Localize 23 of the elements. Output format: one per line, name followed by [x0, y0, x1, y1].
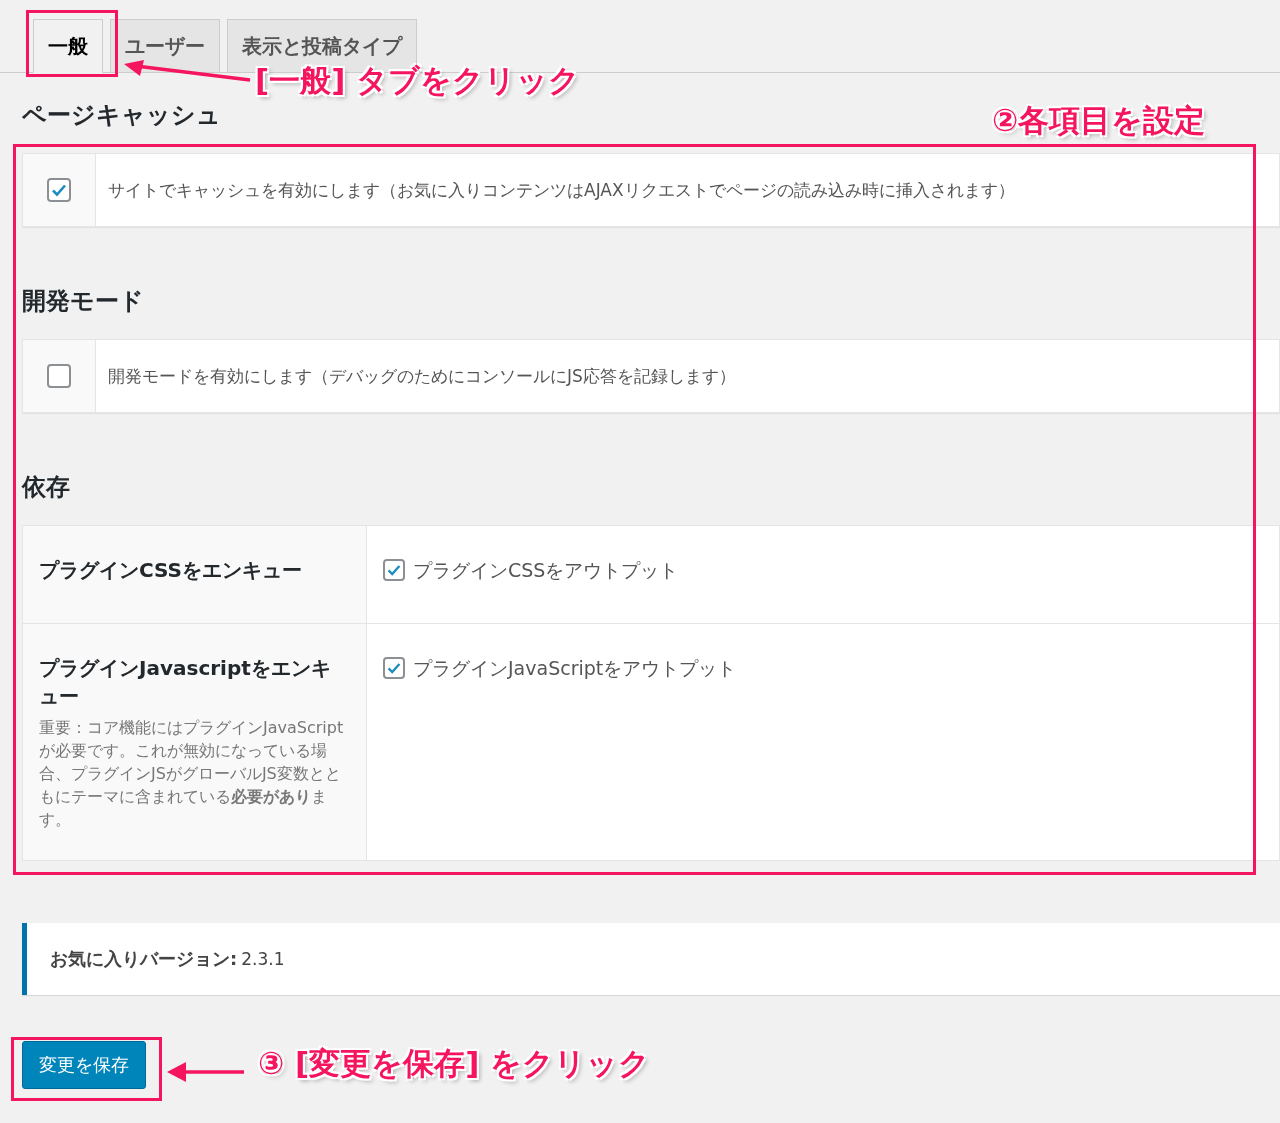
setting-label: プラグインJavascriptをエンキュー	[39, 655, 332, 710]
checkbox[interactable]	[47, 178, 71, 202]
section-heading: 開発モード	[22, 286, 144, 317]
callout-text: ③ [変更を保存] をクリック	[258, 1044, 651, 1083]
version-number: 2.3.1	[241, 949, 285, 969]
save-button[interactable]: 変更を保存	[22, 1041, 146, 1089]
setting-label: プラグインCSSをエンキュー	[39, 557, 303, 584]
option-label: 開発モードを有効にします（デバッグのためにコンソールにJS応答を記録します）	[107, 364, 736, 388]
checkbox[interactable]	[47, 364, 71, 388]
checkbox-label: プラグインJavaScriptをアウトプット	[413, 657, 737, 679]
section-heading: 依存	[22, 472, 70, 503]
callout-text: ②各項目を設定	[992, 101, 1206, 140]
arrow-icon	[166, 1060, 246, 1084]
checkbox[interactable]	[383, 657, 405, 679]
tab[interactable]: 一般	[33, 19, 103, 73]
version-label: お気に入りバージョン:	[50, 947, 238, 971]
tab[interactable]: ユーザー	[110, 19, 220, 73]
setting-description: 重要：コア機能にはプラグインJavaScriptが必要です。これが無効になっている場合、プラグインJSがグローバルJS変数とともにテーマに含まれている必要があります。	[39, 717, 345, 831]
checkbox[interactable]	[383, 559, 405, 581]
checkbox-label: プラグインCSSをアウトプット	[413, 559, 679, 581]
section-heading: ページキャッシュ	[22, 100, 221, 131]
option-label: サイトでキャッシュを有効にします（お気に入りコンテンツはAJAXリクエストでページの読み込み時に挿入されます）	[107, 178, 1015, 202]
arrow-icon	[122, 60, 252, 84]
